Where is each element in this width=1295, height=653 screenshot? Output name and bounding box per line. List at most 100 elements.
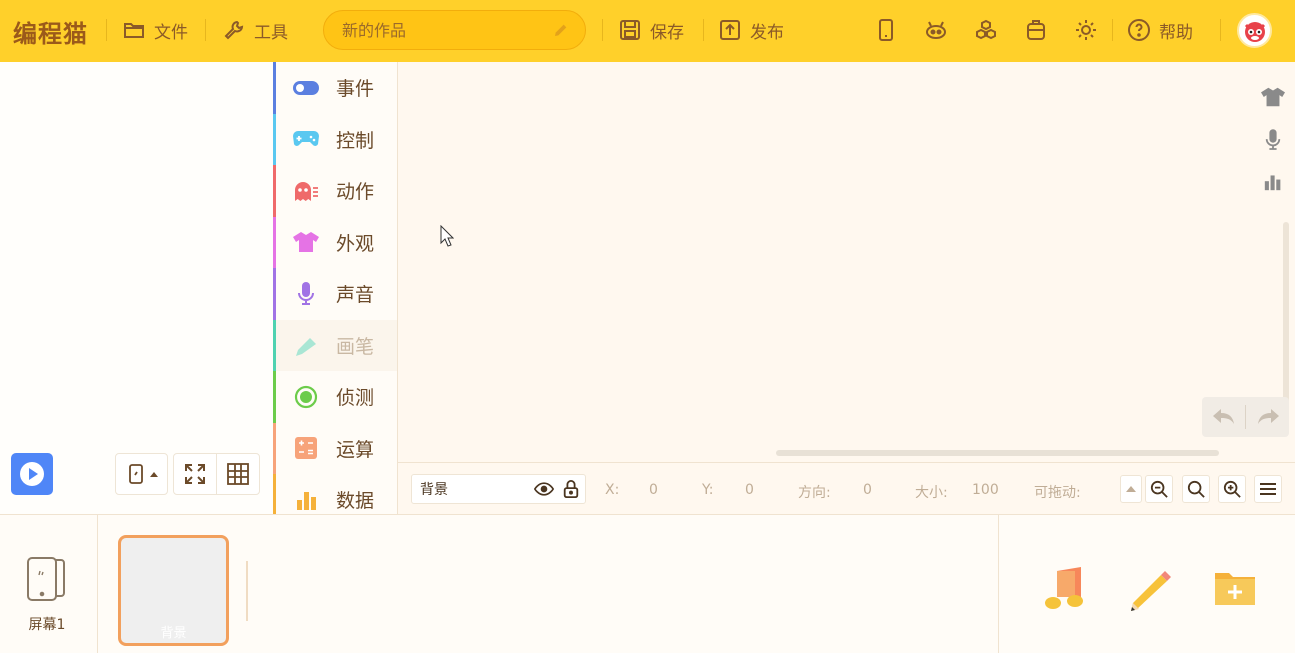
add-sound-button[interactable] <box>1041 565 1089 613</box>
category-label: 运算 <box>336 438 375 461</box>
top-bar: 编程猫 文件 工具 保存 发布 帮助 <box>0 0 1295 62</box>
zoom-out-button[interactable] <box>1145 475 1173 503</box>
caret-up-icon <box>149 472 158 477</box>
redo-button[interactable] <box>1246 409 1289 425</box>
code-workspace[interactable] <box>398 62 1295 462</box>
search-icon <box>1187 480 1205 498</box>
category-control[interactable]: 控制 <box>273 113 397 165</box>
category-sound[interactable]: 声音 <box>273 268 397 320</box>
ai-robot-button[interactable] <box>920 14 952 46</box>
project-title-input[interactable] <box>342 20 553 40</box>
app-logo[interactable]: 编程猫 <box>13 14 88 49</box>
collapse-toolbar-button[interactable] <box>1120 475 1142 503</box>
run-button[interactable] <box>11 453 53 495</box>
category-looks[interactable]: 外观 <box>273 216 397 268</box>
extensions-button[interactable] <box>970 14 1002 46</box>
add-asset-folder-button[interactable] <box>1213 565 1261 613</box>
block-category-list: 事件 控制 动作 外观 声音 画笔 侦测 运算 数据 <box>273 62 398 514</box>
divider <box>602 19 603 41</box>
file-menu-button[interactable]: 文件 <box>122 14 188 46</box>
more-menu-button[interactable] <box>1254 475 1282 503</box>
stage-panel[interactable] <box>0 62 273 514</box>
screen-label: 屏幕1 <box>28 617 66 633</box>
tablet-icon <box>27 557 65 601</box>
category-events[interactable]: 事件 <box>273 62 397 114</box>
divider <box>1220 19 1221 41</box>
zoom-out-icon <box>1150 480 1168 498</box>
lock-icon[interactable] <box>562 479 580 503</box>
device-select-dropdown[interactable] <box>115 453 168 495</box>
x-value[interactable]: 0 <box>649 482 658 498</box>
sprite-name-value: 背景 <box>420 482 448 498</box>
background-label: 背景 <box>160 626 187 641</box>
screen-list: 屏幕1 <box>0 515 98 653</box>
vertical-scrollbar[interactable] <box>1283 222 1289 412</box>
save-button[interactable]: 保存 <box>618 14 684 46</box>
undo-button[interactable] <box>1202 409 1245 425</box>
project-title-field[interactable] <box>323 10 586 50</box>
help-button[interactable]: 帮助 <box>1127 14 1193 46</box>
divider <box>703 19 704 41</box>
publish-button[interactable]: 发布 <box>718 14 784 46</box>
save-label: 保存 <box>650 22 684 43</box>
sprite-name-field[interactable]: 背景 <box>411 474 586 504</box>
target-icon <box>293 384 319 410</box>
horizontal-scrollbar[interactable] <box>776 450 1219 456</box>
help-label: 帮助 <box>1159 22 1193 43</box>
file-menu-label: 文件 <box>154 22 188 43</box>
draw-button[interactable] <box>1127 565 1175 613</box>
microphone-icon <box>293 281 319 307</box>
category-label: 控制 <box>336 129 375 152</box>
draggable-label: 可拖动: <box>1034 485 1081 501</box>
robot-icon <box>926 21 946 39</box>
variables-panel-button[interactable] <box>1259 168 1287 196</box>
direction-value[interactable]: 0 <box>863 482 872 498</box>
category-motion[interactable]: 动作 <box>273 165 397 217</box>
category-sensing[interactable]: 侦测 <box>273 371 397 423</box>
direction-label: 方向: <box>798 485 831 501</box>
tools-menu-button[interactable]: 工具 <box>222 14 288 46</box>
undo-redo-group <box>1202 397 1289 437</box>
caret-up-icon <box>1126 486 1136 492</box>
cat-avatar-icon <box>1244 21 1265 42</box>
category-operators[interactable]: 运算 <box>273 422 397 474</box>
size-value[interactable]: 100 <box>972 482 999 498</box>
background-thumbnail[interactable]: 背景 <box>118 535 229 646</box>
y-value[interactable]: 0 <box>745 482 754 498</box>
toggle-icon <box>293 75 319 101</box>
grid-toggle-button[interactable] <box>217 463 259 485</box>
pencil-icon <box>1131 571 1171 611</box>
fullscreen-button[interactable] <box>174 463 216 485</box>
user-avatar[interactable] <box>1237 13 1272 48</box>
wrench-icon <box>224 20 244 40</box>
pencil-icon[interactable] <box>553 22 569 38</box>
zoom-reset-button[interactable] <box>1182 475 1210 503</box>
hexagons-icon <box>976 19 996 40</box>
ghost-icon <box>293 178 319 204</box>
settings-button[interactable] <box>1070 14 1102 46</box>
category-pen[interactable]: 画笔 <box>273 319 397 371</box>
gamepad-icon <box>293 126 319 152</box>
eye-icon[interactable] <box>533 479 555 503</box>
backpack-button[interactable] <box>1020 14 1052 46</box>
costume-panel-button[interactable] <box>1259 83 1287 111</box>
sound-panel-button[interactable] <box>1259 126 1287 154</box>
category-label: 事件 <box>336 78 375 101</box>
undo-icon <box>1212 409 1234 424</box>
phone-icon <box>879 19 893 41</box>
category-label: 外观 <box>336 232 375 255</box>
category-data[interactable]: 数据 <box>273 474 397 514</box>
math-icon <box>293 435 319 461</box>
zoom-in-button[interactable] <box>1218 475 1246 503</box>
screen-item[interactable] <box>26 557 68 607</box>
phone-icon <box>128 464 143 484</box>
y-label: Y: <box>702 482 714 498</box>
divider <box>246 561 248 621</box>
pen-icon <box>293 332 319 358</box>
size-label: 大小: <box>915 485 948 501</box>
add-folder-icon <box>1215 573 1255 605</box>
device-preview-button[interactable] <box>870 14 902 46</box>
stage-view-tools <box>173 453 260 495</box>
shirt-icon <box>1261 87 1285 107</box>
upload-icon <box>720 20 740 40</box>
